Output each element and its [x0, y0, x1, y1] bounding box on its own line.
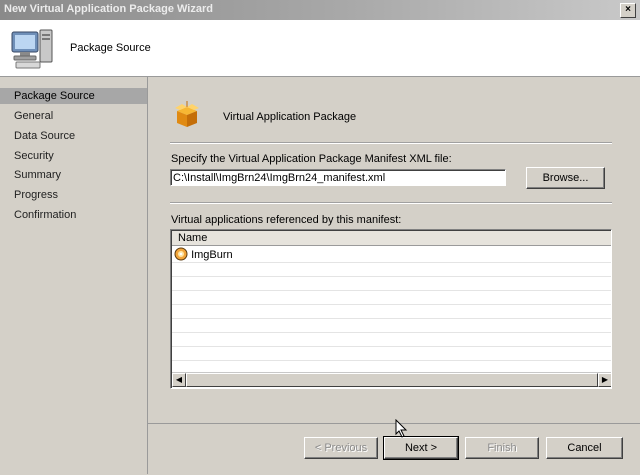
previous-button[interactable]: < Previous [304, 437, 378, 459]
window-title: New Virtual Application Package Wizard [4, 3, 213, 15]
divider [170, 202, 612, 204]
step-data-source[interactable]: Data Source [0, 128, 147, 144]
computer-icon [8, 26, 56, 70]
imgburn-icon [174, 247, 188, 261]
manifest-label: Specify the Virtual Application Package … [171, 153, 452, 165]
step-general[interactable]: General [0, 108, 147, 124]
cancel-button[interactable]: Cancel [546, 437, 623, 459]
scroll-left-icon[interactable]: ◀ [172, 373, 186, 387]
section-title: Virtual Application Package [223, 111, 357, 123]
apps-list[interactable]: Name ImgBurn ◀ ▶ [170, 229, 612, 389]
grid-line [172, 318, 611, 319]
step-confirmation[interactable]: Confirmation [0, 207, 147, 223]
grid-line [172, 276, 611, 277]
grid-line [172, 290, 611, 291]
browse-button[interactable]: Browse... [526, 167, 605, 189]
grid-line [172, 332, 611, 333]
divider [170, 142, 612, 144]
scroll-thumb[interactable] [186, 373, 598, 387]
app-name: ImgBurn [191, 249, 233, 261]
column-label: Name [178, 232, 208, 244]
title-bar[interactable]: New Virtual Application Package Wizard × [0, 0, 640, 20]
step-summary[interactable]: Summary [0, 167, 147, 183]
package-icon [172, 99, 202, 131]
list-item[interactable]: ImgBurn [174, 247, 233, 262]
finish-button[interactable]: Finish [465, 437, 539, 459]
step-package-source[interactable]: Package Source [0, 88, 147, 104]
step-progress[interactable]: Progress [0, 187, 147, 203]
close-button[interactable]: × [620, 3, 636, 18]
grid-line [172, 360, 611, 361]
grid-line [172, 304, 611, 305]
scroll-right-icon[interactable]: ▶ [598, 373, 611, 387]
grid-line [172, 262, 611, 263]
step-security[interactable]: Security [0, 148, 147, 164]
mouse-pointer-icon [395, 418, 409, 442]
apps-label: Virtual applications referenced by this … [171, 214, 402, 226]
horizontal-scrollbar[interactable]: ◀ ▶ [172, 372, 611, 387]
column-header-name[interactable]: Name [172, 231, 611, 246]
wizard-steps: Package Source General Data Source Secur… [0, 77, 148, 474]
header-title: Package Source [70, 42, 151, 54]
grid-line [172, 346, 611, 347]
manifest-path-input[interactable]: C:\Install\ImgBrn24\ImgBrn24_manifest.xm… [170, 169, 506, 186]
wizard-header: Package Source [0, 20, 640, 77]
